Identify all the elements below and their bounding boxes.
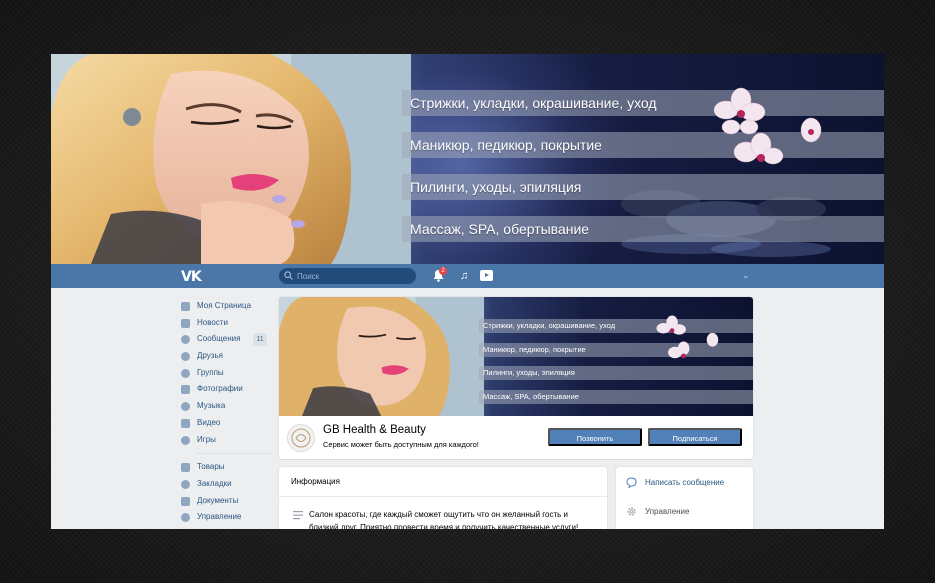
users-icon	[181, 368, 190, 378]
message-icon	[181, 335, 190, 345]
sidebar-item-label: Закладки	[197, 478, 232, 488]
sidebar-item-games[interactable]: Игры	[179, 432, 271, 449]
cover-service-item: Пилинги, уходы, эпиляция	[402, 174, 884, 200]
news-icon	[181, 318, 190, 328]
notification-badge: 2	[439, 267, 447, 275]
manage-button[interactable]: Управление	[626, 506, 689, 518]
star-icon	[181, 479, 190, 489]
search-input[interactable]	[279, 268, 416, 284]
sidebar-item-photos[interactable]: Фотографии	[179, 381, 271, 398]
cover-service-item: Пилинги, уходы, эпиляция	[479, 366, 753, 381]
music-note-icon	[181, 402, 190, 412]
write-message-label: Написать сообщение	[645, 478, 725, 487]
sidebar-item-messages[interactable]: Сообщения 11	[179, 331, 271, 348]
sidebar-item-goods[interactable]: Товары	[179, 459, 271, 476]
orchid-flowers-image	[713, 87, 822, 165]
sidebar-item-label: Товары	[197, 462, 225, 472]
gamepad-icon	[181, 513, 190, 523]
music-icon[interactable]: ♫	[460, 269, 468, 283]
sidebar-item-documents[interactable]: Документы	[179, 493, 271, 510]
sidebar-item-label: Игры	[197, 434, 216, 444]
call-button[interactable]: Позвонить	[548, 428, 642, 446]
video-icon[interactable]	[480, 270, 493, 281]
sidebar-item-label: Фотографии	[197, 384, 243, 394]
sidebar-item-label: Новости	[197, 317, 228, 327]
sidebar-item-manage[interactable]: Управление	[179, 509, 271, 526]
group-description: Салон красоты, где каждый сможет ощутить…	[309, 510, 579, 529]
write-message-button[interactable]: Написать сообщение	[626, 477, 724, 489]
camera-icon	[181, 385, 190, 395]
sidebar-item-label: Видео	[197, 417, 221, 427]
gear-icon	[627, 507, 636, 516]
home-icon	[181, 302, 190, 311]
sidebar-item-label: Группы	[197, 367, 224, 377]
actions-block: Написать сообщение Управление	[616, 467, 753, 529]
vk-logo-icon[interactable]: VK	[181, 269, 202, 285]
message-icon	[626, 477, 637, 488]
cover-service-item: Массаж, SPA, обертывание	[479, 390, 753, 405]
sidebar-item-label: Сообщения	[197, 334, 241, 344]
search-icon	[284, 271, 293, 280]
sidebar-item-groups[interactable]: Группы	[179, 365, 271, 382]
sidebar-item-friends[interactable]: Друзья	[179, 348, 271, 365]
woman-portrait-image	[51, 54, 411, 264]
sidebar-item-video[interactable]: Видео	[179, 415, 271, 432]
sidebar-item-label: Музыка	[197, 401, 226, 411]
sidebar-item-label: Моя Страница	[197, 301, 252, 310]
sidebar-item-my-page[interactable]: Моя Страница	[179, 298, 271, 315]
sidebar-item-label: Управление	[197, 512, 242, 522]
sidebar-item-bookmarks[interactable]: Закладки	[179, 476, 271, 493]
top-navigation-bar: VK 2 ♫ ⌄	[51, 264, 884, 288]
info-title: Информация	[291, 477, 340, 486]
orchid-flowers-image	[656, 315, 719, 359]
sidebar-item-label: Документы	[197, 495, 239, 505]
manage-label: Управление	[645, 507, 690, 516]
group-cover-preview: Стрижки, укладки, окрашивание, уход Мани…	[279, 297, 753, 416]
woman-portrait-image	[279, 297, 484, 416]
gamepad-icon	[181, 435, 190, 445]
sidebar-item-label: Друзья	[197, 351, 223, 361]
info-divider	[279, 496, 607, 497]
group-status: Сервис может быть доступным для каждого!	[323, 440, 479, 449]
chevron-down-icon[interactable]: ⌄	[742, 270, 750, 281]
group-profile-card: Стрижки, укладки, окрашивание, уход Мани…	[279, 297, 753, 459]
sidebar-item-music[interactable]: Музыка	[179, 398, 271, 415]
info-block: Информация Салон красоты, где каждый смо…	[279, 467, 607, 529]
group-name: GB Health & Beauty	[323, 424, 426, 436]
messages-count-badge: 11	[253, 333, 267, 347]
cover-service-item: Массаж, SPA, обертывание	[402, 216, 884, 242]
document-icon	[181, 496, 190, 506]
vk-screen-frame: Стрижки, укладки, окрашивание, уход Мани…	[51, 54, 884, 529]
subscribe-button[interactable]: Подписаться	[648, 428, 742, 446]
logo-icon	[291, 428, 311, 448]
text-lines-icon	[293, 511, 303, 520]
sidebar-item-news[interactable]: Новости	[179, 315, 271, 332]
community-cover: Стрижки, укладки, окрашивание, уход Мани…	[51, 54, 884, 264]
user-icon	[181, 352, 190, 362]
left-sidebar-menu: Моя Страница Новости Сообщения 11 Друзья …	[179, 298, 271, 526]
group-avatar[interactable]	[287, 424, 315, 452]
shopping-bag-icon	[181, 463, 190, 473]
sidebar-divider	[197, 453, 271, 455]
film-icon	[181, 418, 190, 428]
